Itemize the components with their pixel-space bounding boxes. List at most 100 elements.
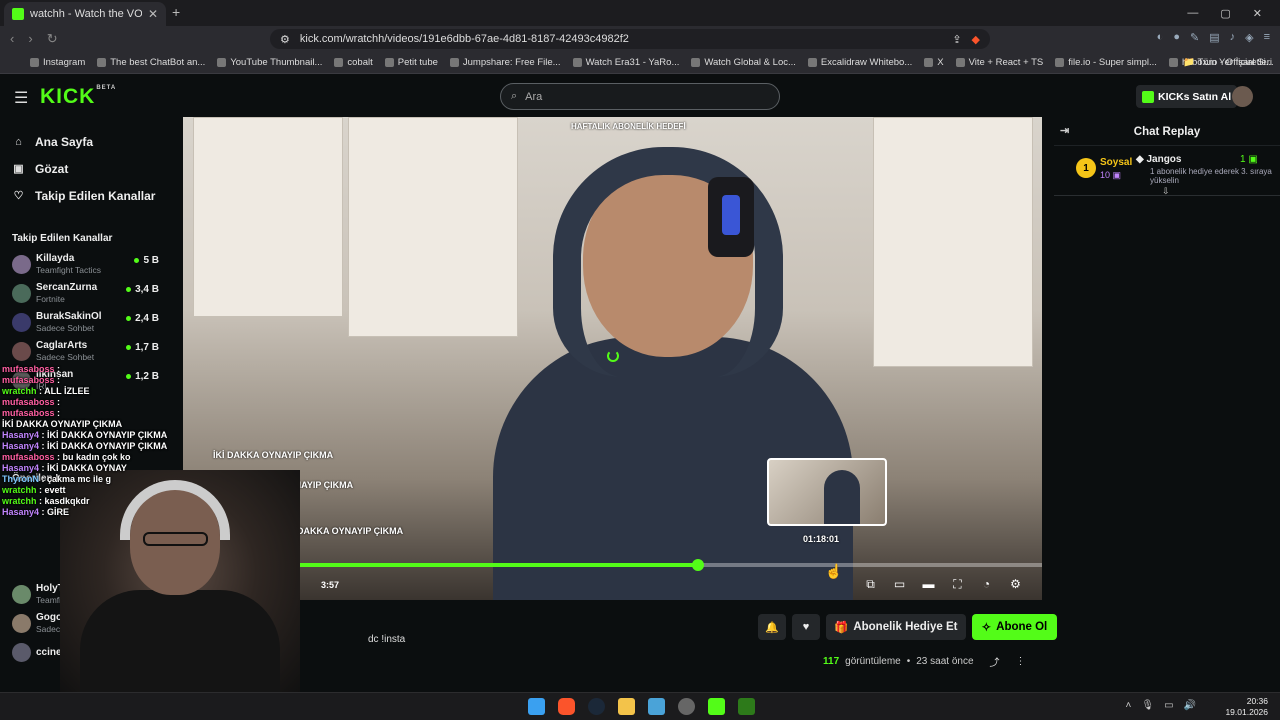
bookmark-item[interactable]: Vite + React + TS bbox=[955, 57, 1044, 68]
bookmark-item[interactable]: cobalt bbox=[334, 57, 373, 68]
bookmark-label: cobalt bbox=[347, 57, 373, 68]
brave-shield-icon[interactable]: ◆ bbox=[972, 33, 980, 46]
site-info-icon[interactable]: ⚙ bbox=[280, 33, 290, 46]
sidebar-nav-item[interactable]: ♡ Takip Edilen Kanallar bbox=[12, 182, 175, 209]
hamburger-menu-icon[interactable]: ☰ bbox=[14, 88, 28, 108]
channel-category: IRL bbox=[36, 381, 50, 391]
bookmark-item[interactable]: Instagram bbox=[30, 57, 85, 68]
expand-icon[interactable]: ⇩ bbox=[1162, 186, 1170, 197]
browser-tab[interactable]: watchh - Watch the VOD on ✕ bbox=[4, 2, 166, 26]
bookmark-item[interactable]: Watch Era31 - YaRo... bbox=[572, 57, 679, 68]
volume-icon[interactable]: 🔊 bbox=[1184, 700, 1196, 711]
bookmark-item[interactable]: X bbox=[924, 57, 944, 68]
extension-icon[interactable]: ◐ bbox=[1157, 31, 1164, 44]
viewer-name-text: Jangos bbox=[1146, 154, 1182, 165]
bookmark-item[interactable]: Watch Global & Loc... bbox=[691, 57, 796, 68]
file-explorer-icon[interactable] bbox=[618, 698, 635, 715]
settings-icon[interactable]: ⚙ bbox=[1009, 577, 1022, 592]
kick-app-icon[interactable] bbox=[738, 698, 755, 715]
channel-item[interactable]: BurakSakinOl Sadece Sohbet 2,4 B bbox=[0, 308, 175, 337]
microphone bbox=[708, 177, 754, 257]
user-avatar[interactable] bbox=[1232, 86, 1253, 107]
channel-item[interactable]: SercanZurna Fortnite 3,4 B bbox=[0, 279, 175, 308]
windows-start-icon[interactable] bbox=[528, 698, 545, 715]
bookmark-item[interactable]: file.io - Super simpl... bbox=[1055, 57, 1157, 68]
minimize-icon[interactable]: — bbox=[1187, 7, 1198, 19]
bookmark-item[interactable]: Jumpshare: Free File... bbox=[449, 57, 561, 68]
subgift-leaderboard: 1 Soysal 10 ▣ ◆ Jangos 1 ▣ 1 abonelik he… bbox=[1054, 146, 1280, 196]
bookmark-favicon-icon bbox=[334, 58, 344, 67]
bookmark-item[interactable]: Petit tube bbox=[384, 57, 438, 68]
microphone-icon[interactable]: 🎙 bbox=[1141, 700, 1154, 711]
network-icon[interactable]: ▭ bbox=[1164, 700, 1173, 711]
new-tab-icon[interactable]: + bbox=[172, 4, 180, 20]
kick-logo[interactable]: KICKBETA bbox=[40, 85, 116, 109]
extension-icon[interactable]: ● bbox=[1173, 31, 1180, 44]
video-player[interactable]: HAFTALIK ABONELİK HEDEFİ İKİ DAKKA OYNAY… bbox=[183, 117, 1042, 600]
share-icon[interactable]: ⤴ bbox=[990, 654, 1000, 669]
browse-icon: ▣ bbox=[13, 163, 24, 175]
progress-bar[interactable] bbox=[183, 559, 1042, 571]
theater-mode-icon[interactable]: ▬ bbox=[922, 577, 935, 592]
wallet-icon[interactable]: ◈ bbox=[1245, 31, 1253, 44]
channel-item[interactable]: CaglarArts Sadece Sohbet 1,7 B bbox=[0, 337, 175, 366]
notification-bell-button[interactable]: 🔔 bbox=[758, 614, 786, 640]
bookmark-item[interactable]: The best ChatBot an... bbox=[97, 57, 205, 68]
site-header: ☰ KICKBETA ⌕ Ara KICKs Satın Al bbox=[0, 74, 1280, 118]
music-icon[interactable]: ♪ bbox=[1230, 31, 1236, 44]
sidebar-nav-item[interactable]: ▣ Gözat bbox=[12, 155, 175, 182]
bookmark-favicon-icon bbox=[691, 58, 701, 67]
pip-icon[interactable]: ⧉ bbox=[864, 577, 877, 592]
sidebar-icon[interactable]: ▤ bbox=[1209, 31, 1219, 44]
steam-icon[interactable] bbox=[588, 698, 605, 715]
bookmark-favicon-icon bbox=[1055, 58, 1065, 67]
bookmark-label: Vite + React + TS bbox=[968, 57, 1044, 68]
rank-badge: 1 bbox=[1076, 158, 1096, 178]
clip-icon[interactable]: ▭ bbox=[893, 577, 906, 592]
bookmark-item[interactable]: Excalidraw Whitebo... bbox=[807, 57, 912, 68]
subscribe-button[interactable]: ✧ Abone Ol bbox=[971, 614, 1058, 640]
gift-subscription-button[interactable]: 🎁 Abonelik Hediye Et bbox=[826, 614, 966, 640]
system-clock[interactable]: 20:36 19.01.2026 bbox=[1225, 696, 1268, 718]
channel-item[interactable]: ilkinsan IRL 1,2 B bbox=[0, 366, 175, 395]
search-placeholder: Ara bbox=[525, 90, 543, 103]
viewer-count: 1 ▣ bbox=[1240, 154, 1258, 165]
close-tab-icon[interactable]: ✕ bbox=[148, 7, 158, 21]
photos-icon[interactable] bbox=[648, 698, 665, 715]
fullscreen-icon[interactable]: ⛶ bbox=[951, 577, 964, 592]
brave-icon[interactable] bbox=[558, 698, 575, 715]
extension-icon[interactable]: ✎ bbox=[1190, 31, 1199, 44]
share-icon[interactable]: ⇪ bbox=[952, 33, 961, 46]
address-bar: ‹ › ↻ ⚙ kick.com/wratchh/videos/191e6dbb… bbox=[0, 26, 1280, 52]
search-input[interactable]: ⌕ Ara bbox=[500, 83, 780, 110]
channel-item[interactable]: Killayda Teamfight Tactics 5 B bbox=[0, 250, 175, 279]
close-window-icon[interactable]: ✕ bbox=[1253, 7, 1262, 20]
buy-kicks-button[interactable]: KICKs Satın Al bbox=[1136, 85, 1238, 108]
menu-icon[interactable]: ≡ bbox=[1264, 31, 1270, 44]
bookmark-item[interactable]: YouTube Thumbnail... bbox=[217, 57, 322, 68]
all-bookmarks-label: Tüm Yer İşaretleri bbox=[1197, 57, 1272, 68]
stream-description: dc !insta bbox=[368, 634, 406, 645]
action-buttons: 🔔 ♥ 🎁 Abonelik Hediye Et ✧ Abone Ol bbox=[758, 614, 1058, 640]
forward-icon[interactable]: › bbox=[28, 31, 32, 47]
kick-app-icon[interactable] bbox=[708, 698, 725, 715]
reload-icon[interactable]: ↻ bbox=[47, 31, 58, 47]
sidebar-nav-label: Ana Sayfa bbox=[35, 134, 94, 149]
viewer-count: 2,4 B bbox=[126, 313, 159, 324]
more-options-icon[interactable]: ⋮ bbox=[1016, 656, 1026, 667]
maximize-icon[interactable]: ▢ bbox=[1220, 7, 1230, 20]
back-icon[interactable]: ‹ bbox=[10, 31, 14, 47]
app-icon[interactable] bbox=[678, 698, 695, 715]
seek-preview-thumbnail bbox=[767, 458, 887, 526]
speed-icon[interactable]: ◔ bbox=[980, 577, 993, 592]
chevron-up-icon[interactable]: ˄ bbox=[1126, 700, 1132, 711]
bookmark-favicon-icon bbox=[384, 58, 394, 67]
sidebar-nav-item[interactable]: ⌂ Ana Sayfa bbox=[12, 128, 175, 155]
bookmark-label: Petit tube bbox=[397, 57, 438, 68]
bookmark-favicon-icon bbox=[924, 58, 934, 67]
all-bookmarks[interactable]: 📁 Tüm Yer İşaretleri bbox=[1183, 57, 1272, 68]
follow-heart-button[interactable]: ♥ bbox=[792, 614, 820, 640]
channel-avatar bbox=[12, 255, 31, 274]
collapse-chat-icon[interactable]: ⇥ bbox=[1060, 124, 1069, 137]
url-field[interactable]: ⚙ kick.com/wratchh/videos/191e6dbb-67ae-… bbox=[270, 29, 990, 49]
